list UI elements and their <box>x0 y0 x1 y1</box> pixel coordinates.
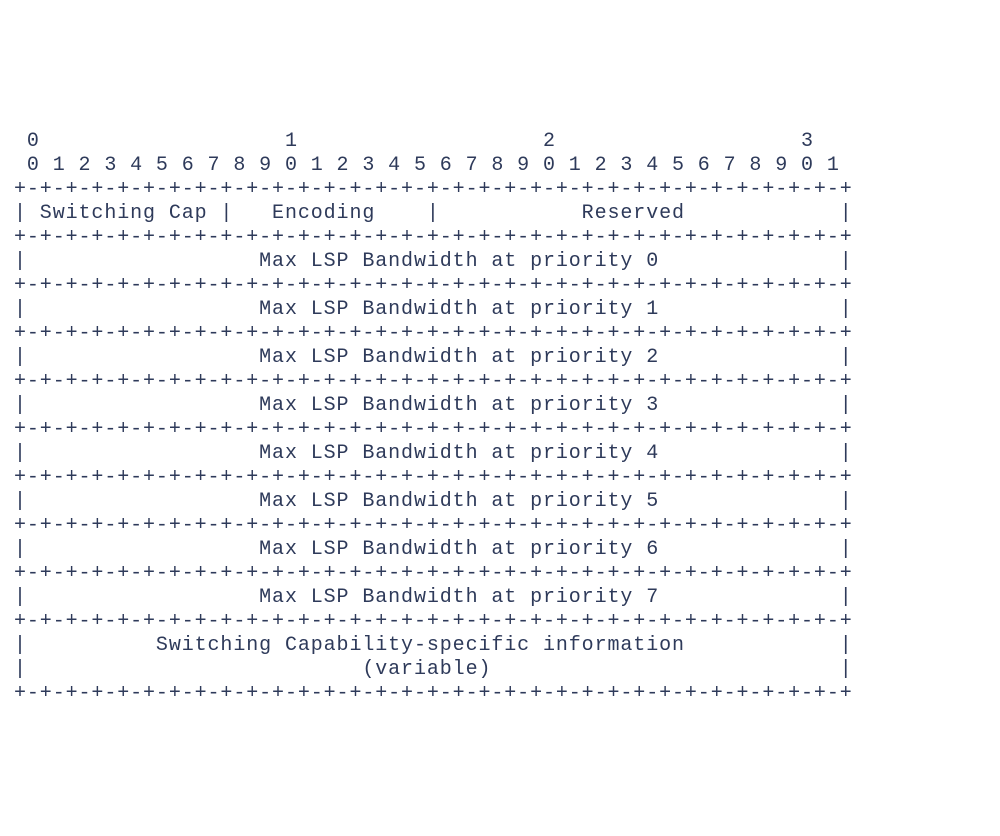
row-5-p4: | Max LSP Bandwidth at priority 4 | <box>14 442 853 465</box>
row-0-fields: | Switching Cap | Encoding | Reserved | <box>14 202 853 225</box>
row-8-p7: | Max LSP Bandwidth at priority 7 | <box>14 586 853 609</box>
row-9-line-0: | Switching Capability-specific informat… <box>14 634 853 657</box>
row-9-line-1: | (variable) | <box>14 658 853 681</box>
row-6-p5: | Max LSP Bandwidth at priority 5 | <box>14 490 853 513</box>
bit-header-units: 0 1 2 3 4 5 6 7 8 9 0 1 2 3 4 5 6 7 8 9 … <box>14 154 840 177</box>
bit-header-tens: 0 1 2 3 <box>14 130 814 153</box>
border-line: +-+-+-+-+-+-+-+-+-+-+-+-+-+-+-+-+-+-+-+-… <box>14 322 853 345</box>
border-line: +-+-+-+-+-+-+-+-+-+-+-+-+-+-+-+-+-+-+-+-… <box>14 514 853 537</box>
border-line: +-+-+-+-+-+-+-+-+-+-+-+-+-+-+-+-+-+-+-+-… <box>14 682 853 705</box>
border-line: +-+-+-+-+-+-+-+-+-+-+-+-+-+-+-+-+-+-+-+-… <box>14 178 853 201</box>
row-1-p0: | Max LSP Bandwidth at priority 0 | <box>14 250 853 273</box>
border-line: +-+-+-+-+-+-+-+-+-+-+-+-+-+-+-+-+-+-+-+-… <box>14 562 853 585</box>
border-line: +-+-+-+-+-+-+-+-+-+-+-+-+-+-+-+-+-+-+-+-… <box>14 466 853 489</box>
border-line: +-+-+-+-+-+-+-+-+-+-+-+-+-+-+-+-+-+-+-+-… <box>14 610 853 633</box>
row-3-p2: | Max LSP Bandwidth at priority 2 | <box>14 346 853 369</box>
packet-layout-diagram: 0 1 2 3 0 1 2 3 4 5 6 7 8 9 0 1 2 3 4 5 … <box>14 106 986 706</box>
border-line: +-+-+-+-+-+-+-+-+-+-+-+-+-+-+-+-+-+-+-+-… <box>14 370 853 393</box>
border-line: +-+-+-+-+-+-+-+-+-+-+-+-+-+-+-+-+-+-+-+-… <box>14 274 853 297</box>
border-line: +-+-+-+-+-+-+-+-+-+-+-+-+-+-+-+-+-+-+-+-… <box>14 418 853 441</box>
row-2-p1: | Max LSP Bandwidth at priority 1 | <box>14 298 853 321</box>
border-line: +-+-+-+-+-+-+-+-+-+-+-+-+-+-+-+-+-+-+-+-… <box>14 226 853 249</box>
row-7-p6: | Max LSP Bandwidth at priority 6 | <box>14 538 853 561</box>
row-4-p3: | Max LSP Bandwidth at priority 3 | <box>14 394 853 417</box>
